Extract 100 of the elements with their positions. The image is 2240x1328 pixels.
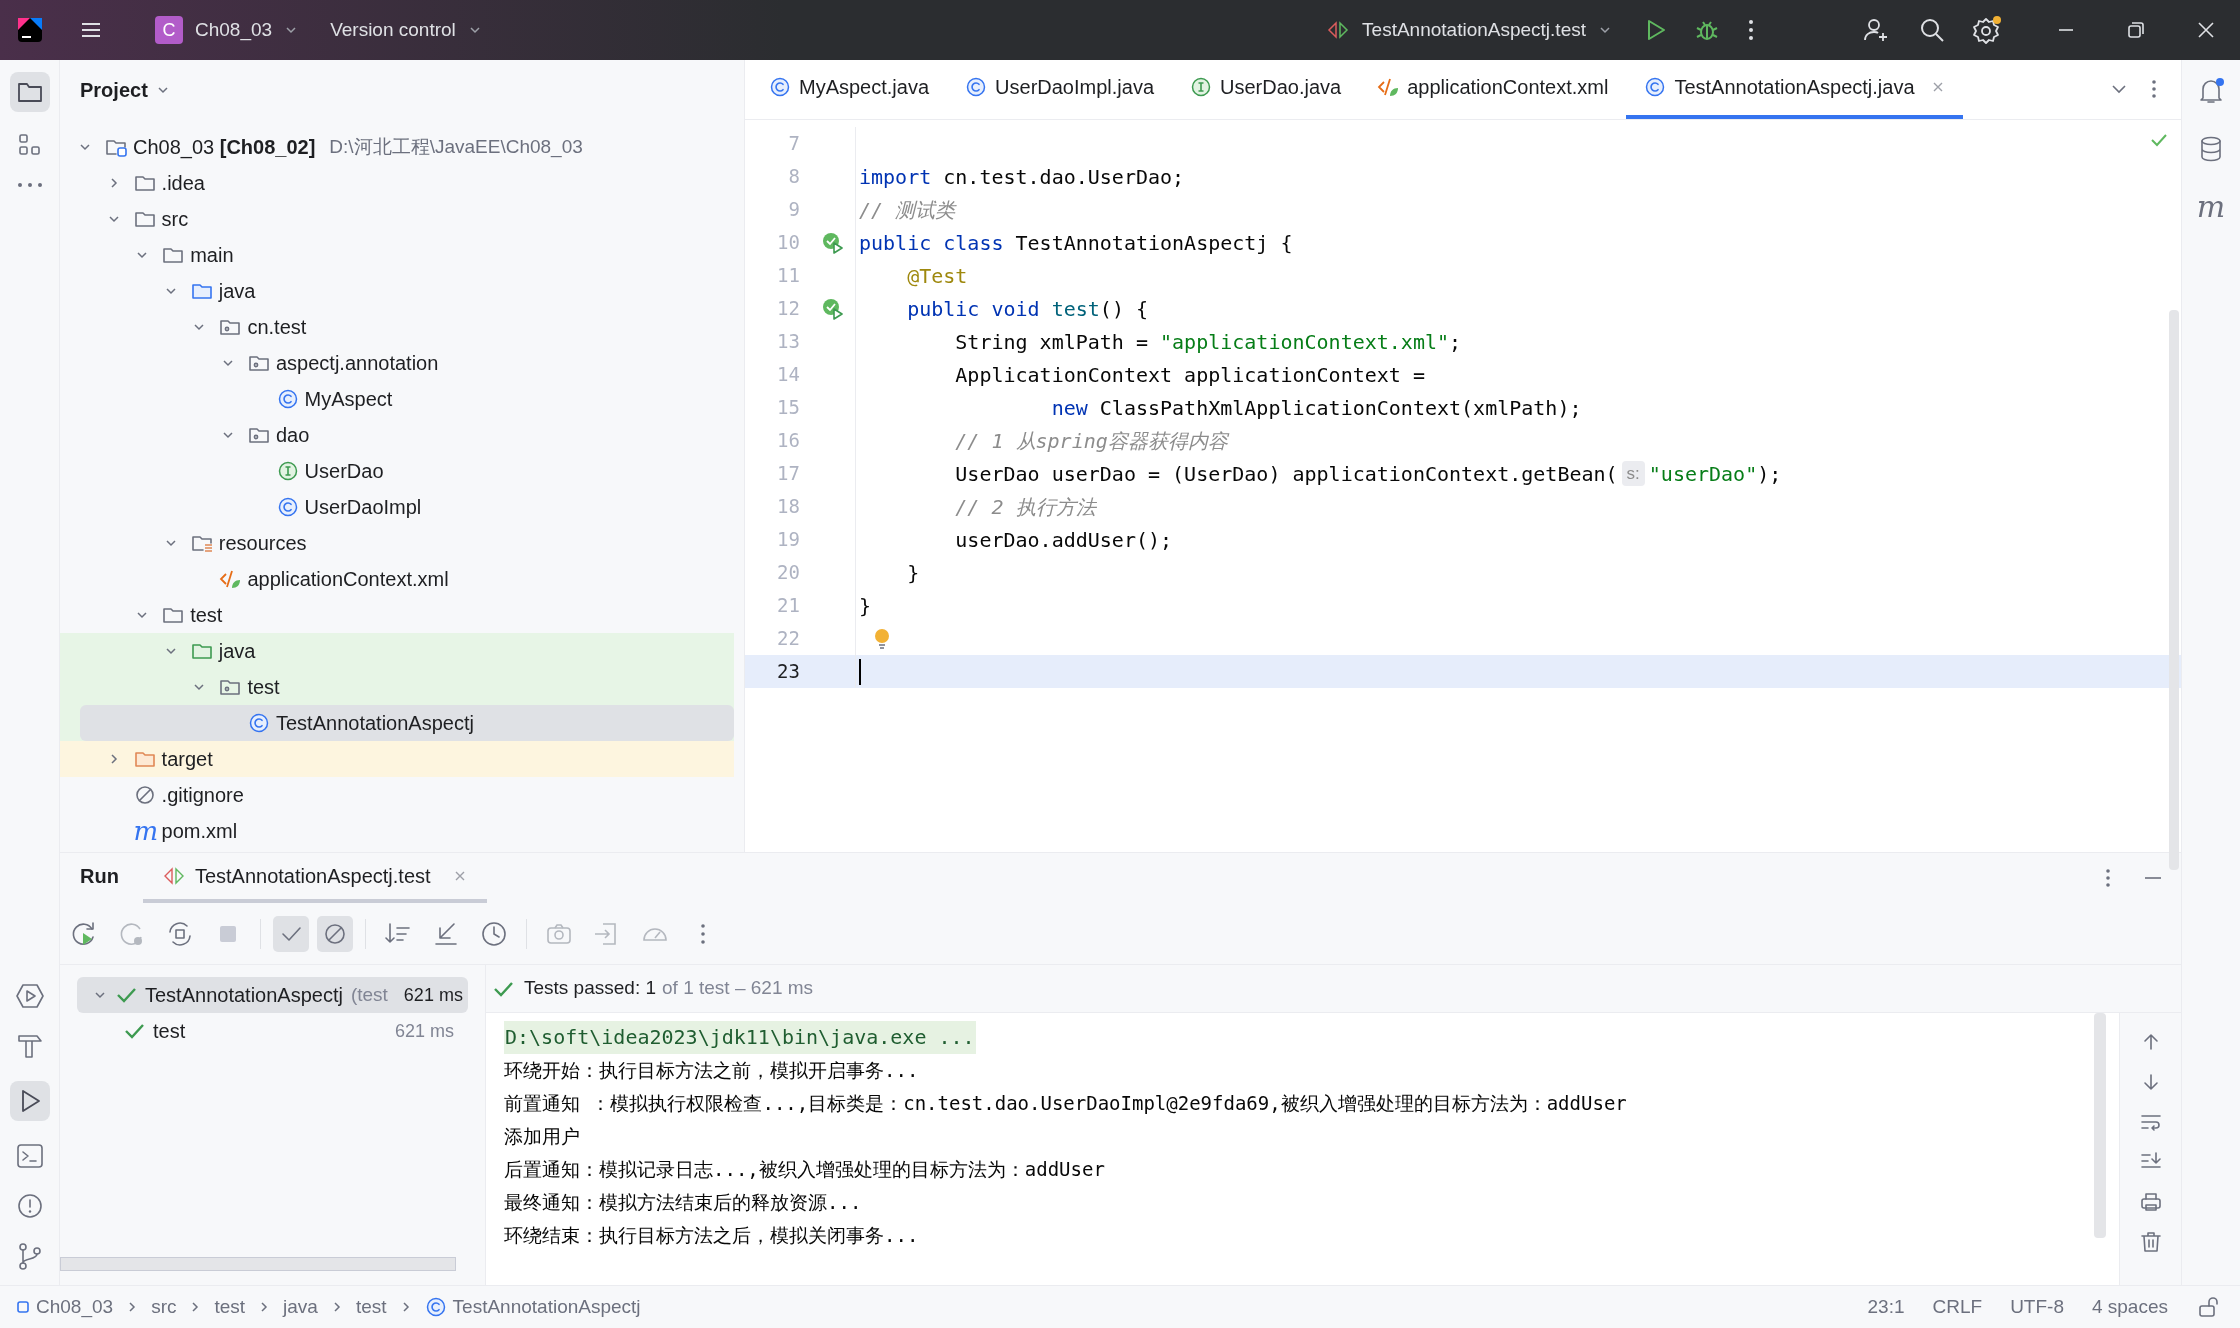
line-number: 15 <box>776 395 800 421</box>
line-number: 9 <box>787 197 800 223</box>
line-number: 12 <box>776 296 800 322</box>
more-icon[interactable] <box>2103 866 2113 890</box>
module-icon <box>16 1300 30 1314</box>
tree-item[interactable]: TestAnnotationAspectj <box>80 705 734 741</box>
tree-item[interactable]: Ch08_03 [Ch08_02] D:\河北工程\JavaEE\Ch08_03 <box>60 129 734 165</box>
breadcrumb[interactable]: test <box>355 1292 387 1322</box>
terminal-icon[interactable] <box>14 1141 45 1171</box>
class-icon <box>276 388 299 410</box>
run-icon[interactable] <box>9 1081 50 1121</box>
console-line: 环绕开始：执行目标方法之前，模拟开启事务... <box>504 1058 919 1084</box>
project-switcher[interactable]: C Ch08_03 <box>147 11 307 49</box>
breadcrumb[interactable]: TestAnnotationAspectj <box>424 1292 641 1322</box>
line-separator[interactable]: CRLF <box>1932 1292 1983 1322</box>
editor-tab[interactable]: TestAnnotationAspectj.java <box>1626 60 1963 119</box>
test-duration: 621 ms <box>394 1019 454 1043</box>
line-number: 21 <box>776 593 800 619</box>
folder-icon[interactable] <box>9 72 50 112</box>
line-number: 11 <box>776 263 800 289</box>
tree-item[interactable]: dao <box>60 417 734 453</box>
tree-item[interactable]: target <box>60 741 734 777</box>
more-icon[interactable] <box>15 180 44 190</box>
console-line: 环绕结束：执行目标方法之后，模拟关闭事务... <box>504 1223 919 1249</box>
scrollbar[interactable] <box>60 1257 456 1271</box>
breadcrumb[interactable]: Ch08_03 <box>16 1292 114 1322</box>
class-icon <box>965 76 988 98</box>
tree-item[interactable]: MyAspect <box>60 381 734 417</box>
tree-item[interactable]: java <box>60 633 734 669</box>
cursor-position[interactable]: 23:1 <box>1867 1292 1905 1322</box>
interface-icon <box>1190 76 1212 98</box>
test-tree-item[interactable]: TestAnnotationAspectj (test 621 ms <box>77 977 468 1013</box>
breadcrumb[interactable]: src <box>151 1292 177 1322</box>
class-icon <box>248 712 270 734</box>
app-logo-icon[interactable] <box>17 17 43 43</box>
show-passed-toggle[interactable] <box>273 915 309 952</box>
editor-tab[interactable]: applicationContext.xml <box>1359 60 1627 119</box>
xml-icon <box>219 568 242 590</box>
editor-tab[interactable]: UserDao.java <box>1172 60 1360 119</box>
test-detail: (test <box>350 982 388 1007</box>
ignore-icon <box>133 784 156 806</box>
lightbulb-icon[interactable] <box>873 626 891 651</box>
console-line: 添加用户 <box>504 1124 580 1150</box>
tree-item[interactable]: m pom.xml <box>60 813 734 849</box>
settings-icon[interactable] <box>1972 15 2002 45</box>
tree-item[interactable]: src <box>60 201 734 237</box>
run-configuration-selector[interactable]: TestAnnotationAspectj.test <box>1326 15 1612 45</box>
test-summary: of 1 test – 621 ms <box>662 976 814 1001</box>
line-number: 7 <box>787 131 800 157</box>
tree-item[interactable]: .idea <box>60 165 734 201</box>
run-tab[interactable]: Run <box>80 853 143 903</box>
add-user-icon[interactable] <box>1862 16 1890 44</box>
unlock-icon[interactable] <box>2196 1295 2220 1319</box>
test-config-icon <box>162 867 185 885</box>
more-icon[interactable] <box>1746 17 1756 43</box>
line-number: 20 <box>776 560 800 586</box>
maven-icon[interactable]: m <box>2196 192 2226 222</box>
editor-tab[interactable]: MyAspect.java <box>751 60 948 119</box>
file-encoding[interactable]: UTF-8 <box>2010 1292 2064 1322</box>
line-number: 10 <box>776 230 800 256</box>
test-status: Tests passed: 1 <box>524 976 657 1001</box>
breadcrumb[interactable]: test <box>214 1292 246 1322</box>
test-name: test <box>153 1019 186 1044</box>
panel-title: Project <box>80 78 148 103</box>
line-number: 13 <box>776 329 800 355</box>
tree-item[interactable]: applicationContext.xml <box>60 561 734 597</box>
tree-item[interactable]: UserDaoImpl <box>60 489 734 525</box>
search-icon[interactable] <box>1918 16 1946 44</box>
scrollbar[interactable] <box>2169 310 2179 870</box>
tree-item[interactable]: java <box>60 273 734 309</box>
tree-item[interactable]: test <box>60 597 734 633</box>
version-control-menu[interactable]: Version control <box>330 15 482 45</box>
run-test-icon[interactable] <box>822 231 844 254</box>
show-ignored-toggle[interactable] <box>317 915 353 952</box>
tree-item[interactable]: .gitignore <box>60 777 734 813</box>
tree-item[interactable]: UserDao <box>60 453 734 489</box>
line-number: 17 <box>776 461 800 487</box>
test-duration: 621 ms <box>403 983 463 1007</box>
line-number: 19 <box>776 527 800 553</box>
tree-item[interactable]: resources <box>60 525 734 561</box>
services-icon[interactable] <box>14 981 45 1011</box>
editor-tab[interactable]: UserDaoImpl.java <box>947 60 1172 119</box>
project-badge: C <box>155 16 183 44</box>
breadcrumb[interactable]: java <box>283 1292 318 1322</box>
tree-item[interactable]: aspectj.annotation <box>60 345 734 381</box>
run-test-icon[interactable] <box>822 297 844 320</box>
class-icon <box>424 1296 447 1318</box>
line-number: 22 <box>776 626 800 652</box>
class-icon <box>1644 76 1667 98</box>
test-tree-item[interactable]: test 621 ms <box>77 1013 468 1049</box>
tree-item[interactable]: cn.test <box>60 309 734 345</box>
scrollbar[interactable] <box>2094 1013 2106 1238</box>
run-tab[interactable]: TestAnnotationAspectj.test <box>142 853 487 903</box>
indent-setting[interactable]: 4 spaces <box>2091 1292 2168 1322</box>
project-name: Ch08_03 <box>195 17 273 43</box>
tree-item[interactable]: main <box>60 237 734 273</box>
console-line: 前置通知 ：模拟执行权限检查...,目标类是：cn.test.dao.UserDaoImpl@2e9fda69,被织入增强处理的目标方法为：addUser <box>504 1091 1627 1117</box>
class-icon <box>769 76 791 98</box>
line-number: 18 <box>776 494 800 520</box>
tree-item[interactable]: test <box>60 669 734 705</box>
